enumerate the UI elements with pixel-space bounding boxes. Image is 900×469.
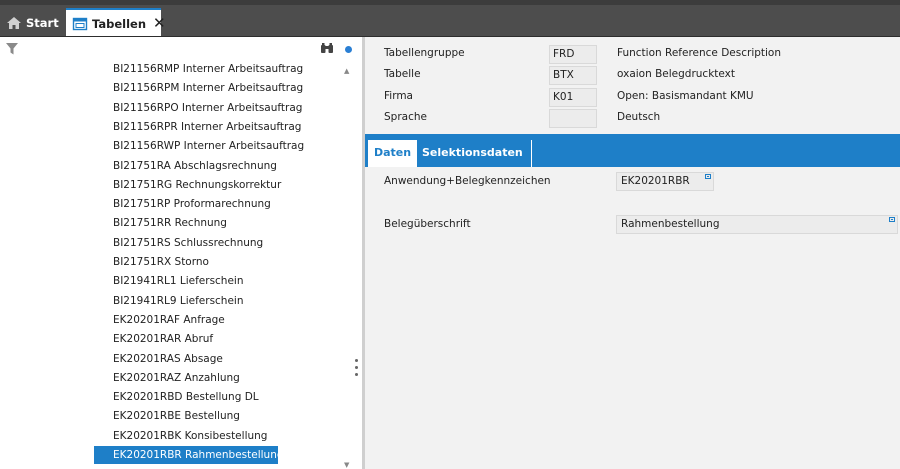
status-dot-icon (345, 46, 352, 53)
tabellengruppe-field[interactable]: FRD (549, 45, 597, 64)
list-item[interactable]: EK20201RAF Anfrage (94, 311, 278, 329)
close-icon[interactable]: ✕ (153, 16, 166, 31)
list-item[interactable]: BI21941RL9 Lieferschein (94, 292, 278, 310)
filter-icon[interactable] (5, 42, 19, 59)
tabelle-field[interactable]: BTX (549, 66, 597, 85)
window-icon (72, 17, 88, 31)
belegueberschrift-value: Rahmenbestellung (621, 218, 720, 230)
list-item[interactable]: BI21156RWP Interner Arbeitsauftrag (94, 137, 304, 155)
tab-bar: Start Tabellen ✕ (0, 0, 900, 37)
tab-daten[interactable]: Daten (368, 140, 418, 167)
list-item[interactable]: BI21156RPR Interner Arbeitsauftrag (94, 118, 301, 136)
list-item[interactable]: EK20201RAR Abruf (94, 330, 278, 348)
sprache-desc: Deutsch (617, 111, 661, 123)
list-item[interactable]: BI21156RPM Interner Arbeitsauftrag (94, 79, 303, 97)
list-toolbar (0, 37, 362, 60)
tab-selektionsdaten[interactable]: Selektionsdaten (416, 140, 532, 167)
tab-start-label: Start (26, 15, 59, 30)
list-item[interactable]: BI21941RL1 Lieferschein (94, 272, 278, 290)
belegueberschrift-field[interactable]: Rahmenbestellung (616, 215, 898, 234)
anwendung-label: Anwendung+Belegkennzeichen (384, 175, 551, 187)
header-row-tabelle: Tabelle BTX oxaion Belegdrucktext (365, 64, 900, 86)
daten-content: Anwendung+Belegkennzeichen EK20201RBR Be… (365, 167, 900, 469)
list-item[interactable]: BI21156RPO Interner Arbeitsauftrag (94, 99, 302, 117)
left-panel: BI21156RMP Interner Arbeitsauftrag BI211… (0, 37, 362, 469)
belegueberschrift-label: Belegüberschrift (384, 218, 471, 230)
header-row-sprache: Sprache Deutsch (365, 107, 900, 129)
list-item[interactable]: EK20201RBD Bestellung DL (94, 388, 278, 406)
field-expand-icon[interactable] (705, 174, 711, 179)
field-expand-icon[interactable] (889, 217, 895, 222)
scroll-up-icon[interactable]: ▲ (344, 67, 349, 75)
list-item[interactable]: BI21751RS Schlussrechnung (94, 234, 278, 252)
tabelle-label: Tabelle (384, 68, 421, 80)
list-item[interactable]: EK20201RAZ Anzahlung (94, 369, 278, 387)
tabelle-desc: oxaion Belegdrucktext (617, 68, 736, 80)
anwendung-field[interactable]: EK20201RBR (616, 172, 714, 191)
tabellengruppe-label: Tabellengruppe (384, 47, 465, 59)
list-item-selected[interactable]: EK20201RBR Rahmenbestellung (94, 446, 284, 464)
firma-field[interactable]: K01 (549, 88, 597, 107)
tab-start[interactable]: Start (6, 8, 61, 37)
splitter-grip-icon[interactable] (355, 359, 359, 380)
list-item[interactable]: BI21751RG Rechnungskorrektur (94, 176, 281, 194)
list-item[interactable]: EK20201RBE Bestellung (94, 407, 278, 425)
list-item[interactable]: EK20201RBK Konsibestellung (94, 427, 278, 445)
header-row-tabellengruppe: Tabellengruppe FRD Function Reference De… (365, 43, 900, 65)
sprache-label: Sprache (384, 111, 427, 123)
binoculars-icon[interactable] (320, 42, 334, 57)
list-item[interactable]: BI21751RA Abschlagsrechnung (94, 157, 278, 175)
detail-panel: Tabellengruppe FRD Function Reference De… (365, 37, 900, 469)
table-list: BI21156RMP Interner Arbeitsauftrag BI211… (0, 60, 345, 469)
anwendung-value: EK20201RBR (621, 175, 690, 187)
header-row-firma: Firma K01 Open: Basismandant KMU (365, 86, 900, 108)
tab-tabellen-label: Tabellen (92, 16, 147, 31)
list-item[interactable]: EK20201RAS Absage (94, 350, 278, 368)
list-item[interactable]: BI21751RX Storno (94, 253, 278, 271)
firma-label: Firma (384, 90, 413, 102)
list-item[interactable]: BI21751RR Rechnung (94, 214, 278, 232)
home-icon (6, 16, 22, 30)
firma-desc: Open: Basismandant KMU (617, 90, 754, 102)
list-item[interactable]: BI21751RP Proformarechnung (94, 195, 278, 213)
tab-tabellen[interactable]: Tabellen ✕ (66, 8, 166, 37)
tabellengruppe-desc: Function Reference Description (617, 47, 782, 59)
scroll-down-icon[interactable]: ▼ (344, 461, 349, 469)
sprache-field[interactable] (549, 109, 597, 128)
list-item[interactable]: BI21156RMP Interner Arbeitsauftrag (94, 60, 303, 78)
content-tab-bar: Daten Selektionsdaten (365, 134, 900, 167)
